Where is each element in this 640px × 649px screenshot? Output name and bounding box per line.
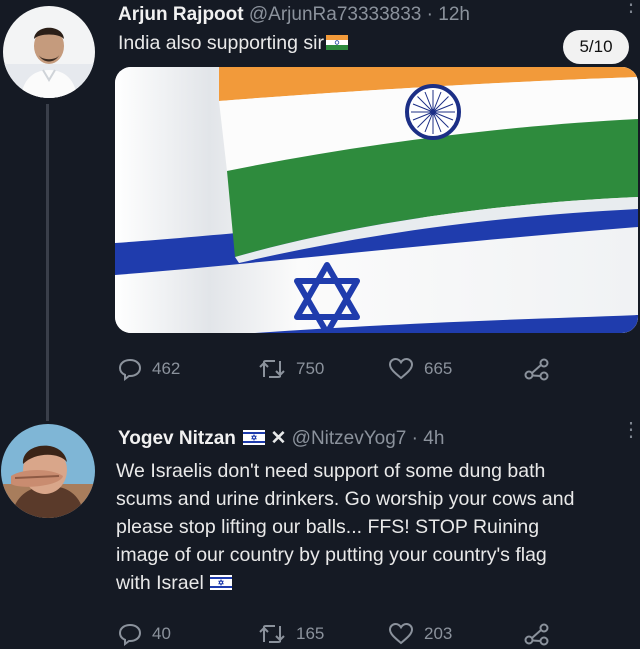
tweet-text-content: India also supporting sir bbox=[118, 32, 324, 54]
author-handle[interactable]: @NitzevYog7 bbox=[292, 428, 407, 449]
reply-button[interactable]: 40 bbox=[118, 622, 171, 646]
retweet-button[interactable]: 165 bbox=[258, 622, 324, 646]
tweet-header: Arjun Rajpoot @ArjunRa73333833 · 12h bbox=[118, 4, 470, 26]
israel-flag-icon bbox=[209, 575, 232, 590]
tweet-media-image[interactable] bbox=[115, 67, 638, 333]
reply-icon bbox=[118, 623, 142, 646]
retweet-count: 165 bbox=[296, 624, 325, 643]
author-name[interactable]: Arjun Rajpoot bbox=[118, 4, 244, 25]
author-handle[interactable]: @ArjunRa73333833 bbox=[249, 4, 421, 25]
retweet-icon bbox=[259, 360, 285, 378]
tweet-time[interactable]: · 12h bbox=[427, 4, 470, 25]
tweet-time[interactable]: · 4h bbox=[412, 428, 445, 449]
tweet-header: Yogev Nitzan ✕ @NitzevYog7 · 4h bbox=[118, 427, 444, 450]
share-icon bbox=[524, 358, 549, 381]
x-emoji-icon: ✕ bbox=[270, 428, 287, 449]
like-count: 203 bbox=[424, 624, 453, 643]
like-count: 665 bbox=[424, 359, 453, 378]
like-icon bbox=[388, 622, 414, 645]
like-icon bbox=[388, 357, 414, 380]
reply-count: 40 bbox=[152, 624, 171, 643]
reply-icon bbox=[118, 358, 142, 381]
share-button[interactable] bbox=[524, 357, 550, 381]
like-button[interactable]: 203 bbox=[388, 622, 452, 646]
thread-connector-line bbox=[46, 104, 49, 421]
more-icon[interactable]: ⋮ bbox=[621, 420, 640, 440]
media-counter-badge: 5/10 bbox=[563, 30, 629, 64]
retweet-icon bbox=[259, 625, 285, 643]
tweet-actions: 40 165 203 bbox=[118, 622, 558, 649]
like-button[interactable]: 665 bbox=[388, 357, 452, 381]
reply-count: 462 bbox=[152, 359, 181, 378]
reply-button[interactable]: 462 bbox=[118, 357, 180, 381]
avatar[interactable] bbox=[1, 424, 95, 518]
more-icon[interactable]: ⋮ bbox=[621, 0, 640, 15]
avatar[interactable] bbox=[3, 6, 95, 98]
tweet-text: India also supporting sir bbox=[118, 29, 348, 57]
tweet-text: We Israelis don't need support of some d… bbox=[116, 457, 640, 597]
india-flag-icon bbox=[325, 35, 348, 50]
tweet-text-line: We Israelis don't need support of some d… bbox=[116, 460, 546, 482]
share-icon bbox=[524, 623, 549, 646]
tweet-text-line-last: with Israel bbox=[116, 569, 640, 597]
retweet-count: 750 bbox=[296, 359, 325, 378]
share-button[interactable] bbox=[524, 622, 550, 646]
tweet-text-line: image of our country by putting your cou… bbox=[116, 544, 547, 566]
tweet-actions: 462 750 665 bbox=[118, 357, 558, 387]
author-name[interactable]: Yogev Nitzan bbox=[118, 428, 236, 449]
tweet-text-line: with Israel bbox=[116, 572, 204, 594]
tweet-text-line: please stop lifting our balls... FFS! ST… bbox=[116, 516, 540, 538]
tweet-text-line: scums and urine drinkers. Go worship you… bbox=[116, 488, 575, 510]
retweet-button[interactable]: 750 bbox=[258, 357, 324, 381]
israel-flag-icon bbox=[243, 430, 266, 445]
